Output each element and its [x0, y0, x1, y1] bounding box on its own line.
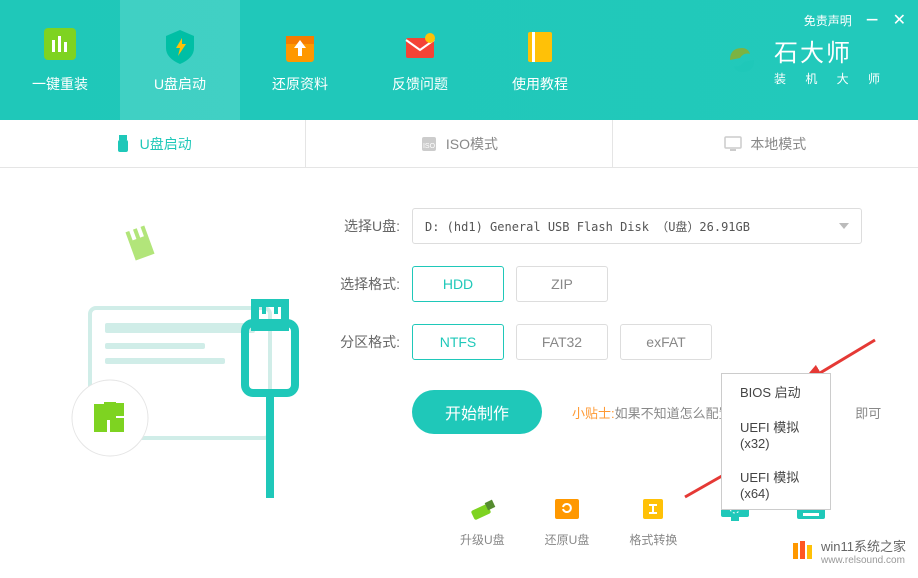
select-udisk-label: 选择U盘: — [330, 216, 400, 236]
brand-main-text: 石大师 — [774, 33, 888, 68]
bar-chart-icon — [40, 26, 80, 66]
watermark-logo-icon — [791, 539, 815, 563]
format-hdd-option[interactable]: HDD — [412, 266, 504, 302]
partition-ntfs-option[interactable]: NTFS — [412, 324, 504, 360]
nav-tutorial[interactable]: 使用教程 — [480, 0, 600, 120]
restore-orange-icon — [549, 495, 585, 523]
tab-iso-mode[interactable]: ISO ISO模式 — [306, 120, 612, 167]
book-icon — [520, 26, 560, 66]
tool-label: 还原U盘 — [545, 531, 590, 548]
nav-label: U盘启动 — [154, 74, 206, 94]
select-format-label: 选择格式: — [330, 274, 400, 294]
udisk-select[interactable]: D: (hd1) General USB Flash Disk （U盘）26.9… — [412, 208, 862, 244]
start-make-button[interactable]: 开始制作 — [412, 390, 542, 434]
dropdown-bios-boot[interactable]: BIOS 启动 — [722, 374, 830, 409]
nav-label: 反馈问题 — [392, 74, 448, 94]
tool-format-convert[interactable]: 格式转换 — [629, 495, 677, 548]
envelope-icon — [400, 26, 440, 66]
dropdown-uefi-x32[interactable]: UEFI 模拟(x32) — [722, 409, 830, 459]
nav-feedback[interactable]: 反馈问题 — [360, 0, 480, 120]
watermark-url: www.relsound.com — [821, 555, 906, 566]
tool-label: 升级U盘 — [460, 531, 505, 548]
dropdown-uefi-x64[interactable]: UEFI 模拟(x64) — [722, 459, 830, 509]
tip-suffix: 即可 — [855, 406, 881, 421]
boot-mode-dropdown: BIOS 启动 UEFI 模拟(x32) UEFI 模拟(x64) — [721, 373, 831, 510]
watermark-text: win11系统之家 — [821, 539, 906, 554]
udisk-value: D: (hd1) General USB Flash Disk （U盘）26.9… — [425, 218, 750, 235]
tab-label: U盘启动 — [140, 134, 192, 154]
watermark: win11系统之家 www.relsound.com — [791, 536, 906, 566]
shield-lightning-icon — [160, 26, 200, 66]
iso-icon: ISO — [420, 135, 438, 153]
partition-exfat-option[interactable]: exFAT — [620, 324, 712, 360]
minimize-button[interactable]: − — [866, 15, 879, 25]
close-button[interactable]: ✕ — [893, 10, 906, 30]
nav-udisk-boot[interactable]: U盘启动 — [120, 0, 240, 120]
nav-one-click-install[interactable]: 一键重装 — [0, 0, 120, 120]
udisk-illustration — [30, 208, 310, 488]
tab-label: ISO模式 — [446, 134, 498, 154]
nav-label: 使用教程 — [512, 74, 568, 94]
partition-format-label: 分区格式: — [330, 332, 400, 352]
svg-text:ISO: ISO — [423, 143, 436, 150]
brand-sub-text: 装 机 大 师 — [774, 70, 888, 87]
convert-yellow-icon — [635, 495, 671, 523]
tab-label: 本地模式 — [750, 134, 806, 154]
tab-udisk-boot[interactable]: U盘启动 — [0, 120, 306, 167]
tip-label: 小贴士: — [572, 406, 615, 421]
brand-logo-icon — [722, 40, 762, 80]
upload-box-icon — [280, 26, 320, 66]
tab-local-mode[interactable]: 本地模式 — [613, 120, 918, 167]
usb-green-icon — [464, 495, 500, 523]
nav-label: 一键重装 — [32, 74, 88, 94]
tool-restore-udisk[interactable]: 还原U盘 — [545, 495, 590, 548]
nav-label: 还原资料 — [272, 74, 328, 94]
tip-content: 如果不知道怎么配置 — [615, 406, 732, 421]
disclaimer-link[interactable]: 免责声明 — [804, 12, 852, 29]
monitor-icon — [724, 135, 742, 153]
format-zip-option[interactable]: ZIP — [516, 266, 608, 302]
tool-upgrade-udisk[interactable]: 升级U盘 — [460, 495, 505, 548]
usb-icon — [114, 135, 132, 153]
tool-label: 格式转换 — [629, 531, 677, 548]
partition-fat32-option[interactable]: FAT32 — [516, 324, 608, 360]
nav-restore-data[interactable]: 还原资料 — [240, 0, 360, 120]
